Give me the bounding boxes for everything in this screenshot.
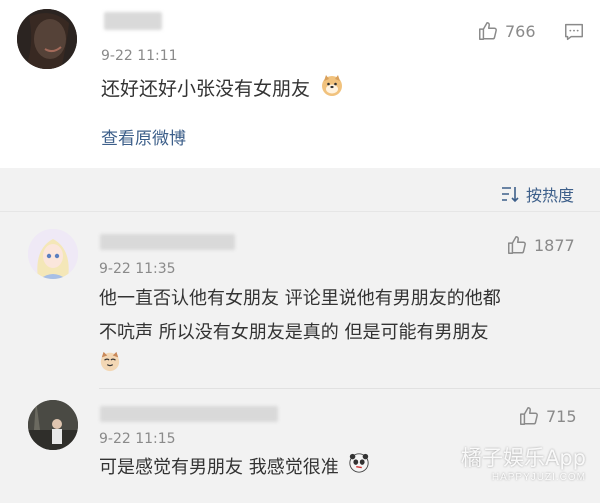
comment-text: 他一直否认他有女朋友 评论里说他有男朋友的他都 不吭声 所以没有女朋友是真的 但… (99, 282, 501, 384)
comment-like-count: 1877 (534, 235, 575, 255)
post-like-button[interactable]: 766 (477, 20, 536, 42)
comment-like-button[interactable]: 1877 (506, 234, 575, 256)
watermark: 橘子娱乐App HAPPYJUZI.COM (461, 442, 586, 483)
comment-avatar[interactable] (28, 400, 78, 450)
comment-text-line: 他一直否认他有女朋友 评论里说他有男朋友的他都 (99, 288, 501, 309)
view-original-weibo-link[interactable]: 查看原微博 (101, 124, 186, 149)
comment-divider (99, 388, 600, 389)
comment-text: 可是感觉有男朋友 我感觉很准 (99, 452, 370, 484)
comment-text-line: 不吭声 所以没有女朋友是真的 但是可能有男朋友 (99, 322, 489, 343)
watermark-main: 橘子娱乐App (460, 446, 586, 470)
avatar-photo-icon (17, 9, 77, 69)
sort-by-hot-button[interactable]: 按热度 (500, 182, 574, 206)
emoji-line (99, 350, 501, 384)
sort-label: 按热度 (526, 186, 575, 205)
post-text-content: 还好还好小张没有女朋友 (101, 78, 311, 100)
post-text: 还好还好小张没有女朋友 (101, 73, 344, 106)
panda-emoji-icon (348, 452, 370, 484)
comment-like-count: 715 (546, 406, 577, 426)
weibo-post: 9-22 11:11 766 还好还好小张没有女朋友 查看原微博 (0, 0, 600, 168)
cat-emoji-icon (99, 350, 121, 384)
comments-section: 按热度 9-22 11:35 1877 他一直否认他有女朋友 评论里说他有男朋友… (0, 168, 600, 503)
blurred-username (100, 406, 278, 422)
comment-text-content: 可是感觉有男朋友 我感觉很准 (99, 457, 339, 478)
comment-avatar[interactable] (28, 229, 78, 279)
sort-icon (502, 187, 519, 203)
blurred-username (100, 234, 235, 250)
thumbs-up-icon (520, 407, 538, 425)
doge-emoji-icon (320, 73, 344, 106)
post-like-count: 766 (505, 21, 536, 41)
watermark-sub: HAPPYJUZI.COM (491, 472, 586, 483)
comment-like-button[interactable]: 715 (518, 405, 577, 427)
post-time: 9-22 11:11 (101, 48, 178, 64)
thumbs-up-icon (508, 236, 526, 254)
thumbs-up-icon (479, 22, 497, 40)
comment-time: 9-22 11:35 (99, 261, 176, 277)
sort-divider (0, 211, 600, 212)
comment-icon-button[interactable] (563, 21, 585, 47)
comment-time: 9-22 11:15 (99, 431, 176, 447)
anime-avatar-icon (28, 229, 78, 279)
comment-icon (565, 23, 583, 41)
avatar-photo-icon (28, 400, 78, 450)
post-avatar[interactable] (17, 9, 77, 69)
blurred-username (104, 12, 162, 30)
